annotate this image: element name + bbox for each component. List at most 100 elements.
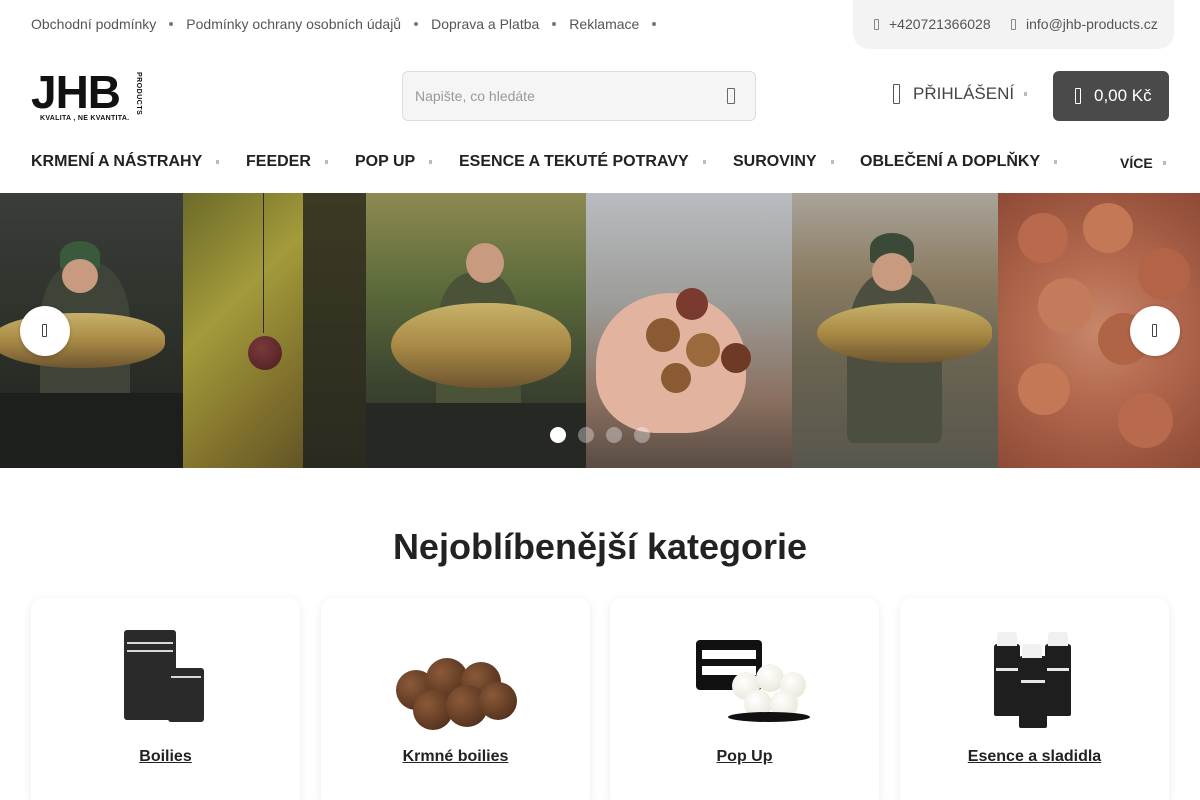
contact-phone[interactable]: +420721366028: [874, 16, 991, 32]
nav-item-clothing[interactable]: OBLEČENÍ A DOPLŇKY: [860, 153, 1058, 171]
photo-boilie: [1018, 363, 1070, 415]
chevron-right-icon: [1152, 324, 1157, 337]
jar-lid: [728, 712, 810, 722]
category-image-feed-boilies: [321, 620, 590, 730]
phone-icon: [874, 18, 879, 30]
nav-label: POP UP: [355, 153, 416, 170]
nav-label: SUROVINY: [733, 153, 817, 170]
photo-boilie: [1138, 248, 1190, 300]
slider-next-button[interactable]: [1130, 306, 1180, 356]
category-card-popup[interactable]: Pop Up: [610, 598, 879, 800]
product-bag-small: [168, 668, 204, 722]
photo-boilie: [1118, 393, 1173, 448]
chevron-down-icon: [429, 160, 433, 164]
separator-dot: [414, 22, 419, 26]
bag-stripe: [127, 642, 173, 644]
separator-dot: [169, 22, 174, 26]
bottle-label: [996, 668, 1018, 671]
nav-label: ESENCE A TEKUTÉ POTRAVY: [459, 153, 689, 170]
hero-slider: [0, 193, 1200, 468]
email-address: info@jhb-products.cz: [1026, 16, 1158, 32]
category-image-popup: [610, 620, 879, 730]
nav-label: KRMENÍ A NÁSTRAHY: [31, 153, 203, 170]
nav-item-feeding[interactable]: KRMENÍ A NÁSTRAHY: [31, 153, 220, 171]
nav-item-feeder[interactable]: FEEDER: [246, 153, 328, 171]
bottle-cap: [1022, 644, 1042, 658]
site-logo[interactable]: JHB PRODUCTS KVALITA , NE KVANTITA.: [31, 66, 145, 126]
chevron-down-icon: [830, 160, 834, 164]
contact-box: +420721366028 info@jhb-products.cz: [853, 0, 1174, 49]
slider-dot[interactable]: [578, 427, 594, 443]
slider-dot[interactable]: [634, 427, 650, 443]
nav-item-ingredients[interactable]: SUROVINY: [733, 153, 834, 171]
cart-button[interactable]: 0,00 Kč: [1053, 71, 1169, 121]
nav-label: OBLEČENÍ A DOPLŇKY: [860, 153, 1041, 170]
photo-shade: [303, 193, 366, 468]
section-title: Nejoblíbenější kategorie: [392, 526, 808, 567]
slider-prev-button[interactable]: [20, 306, 70, 356]
bottle-cap: [997, 632, 1017, 646]
link-complaints[interactable]: Reklamace: [569, 16, 639, 32]
chevron-down-icon: [216, 160, 220, 164]
link-shipping[interactable]: Doprava a Platba: [431, 16, 539, 32]
photo-head: [62, 259, 98, 293]
contact-email[interactable]: info@jhb-products.cz: [1011, 16, 1158, 32]
category-image-essences: [900, 620, 1169, 730]
category-card-feed-boilies[interactable]: Krmné boilies: [321, 598, 590, 800]
cart-total: 0,00 Kč: [1094, 86, 1152, 105]
photo-boilie: [676, 288, 708, 320]
logo-text: JHB: [31, 66, 121, 118]
photo-hookbait: [248, 336, 282, 370]
photo-line: [263, 193, 264, 333]
category-label[interactable]: Pop Up: [610, 748, 879, 766]
separator-dot: [552, 22, 557, 26]
logo-tagline: KVALITA , NE KVANTITA.: [40, 115, 130, 122]
chevron-left-icon: [42, 324, 47, 337]
phone-number: +420721366028: [889, 16, 991, 32]
category-image-boilies: [31, 620, 300, 730]
login-button[interactable]: PŘIHLÁŠENÍ: [893, 84, 1028, 104]
slider-dot[interactable]: [606, 427, 622, 443]
bag-stripe: [171, 676, 201, 678]
chevron-down-icon: [1024, 92, 1028, 96]
category-card-essences[interactable]: Esence a sladidla: [900, 598, 1169, 800]
nav-label: FEEDER: [246, 153, 311, 170]
nav-more-label: VÍCE: [1120, 155, 1153, 171]
chevron-down-icon: [702, 160, 706, 164]
category-card-boilies[interactable]: Boilies: [31, 598, 300, 800]
photo-boilie: [661, 363, 691, 393]
photo-head: [872, 253, 912, 291]
bottle-label: [1021, 680, 1045, 683]
link-privacy[interactable]: Podmínky ochrany osobních údajů: [186, 16, 401, 32]
cart-icon: [1075, 88, 1081, 104]
nav-item-essences[interactable]: ESENCE A TEKUTÉ POTRAVY: [459, 153, 706, 171]
photo-boilie: [1018, 213, 1068, 263]
photo-fish: [391, 303, 571, 388]
search-icon[interactable]: [727, 88, 735, 104]
search-bar: [402, 71, 756, 121]
link-terms[interactable]: Obchodní podmínky: [31, 16, 156, 32]
chevron-down-icon: [1054, 160, 1058, 164]
nav-more[interactable]: VÍCE: [1120, 155, 1166, 171]
logo-products: PRODUCTS: [135, 72, 142, 116]
category-label[interactable]: Boilies: [31, 748, 300, 766]
product-bottle: [1045, 632, 1071, 716]
jar-label: [702, 650, 756, 659]
category-label[interactable]: Krmné boilies: [321, 748, 590, 766]
hero-photo-hookbait: [183, 193, 366, 468]
photo-mat: [0, 393, 183, 468]
email-icon: [1011, 18, 1016, 30]
product-bottle: [994, 632, 1020, 716]
user-icon: [893, 84, 900, 104]
nav-item-popup[interactable]: POP UP: [355, 153, 433, 171]
search-input[interactable]: [415, 86, 705, 106]
photo-boilie: [721, 343, 751, 373]
chevron-down-icon: [1162, 161, 1166, 165]
slider-dot[interactable]: [550, 427, 566, 443]
photo-boilie: [1083, 203, 1133, 253]
top-links: Obchodní podmínky Podmínky ochrany osobn…: [31, 16, 669, 32]
photo-fish: [817, 303, 992, 363]
chevron-down-icon: [324, 160, 328, 164]
top-bar: Obchodní podmínky Podmínky ochrany osobn…: [0, 0, 1200, 49]
category-label[interactable]: Esence a sladidla: [900, 748, 1169, 766]
